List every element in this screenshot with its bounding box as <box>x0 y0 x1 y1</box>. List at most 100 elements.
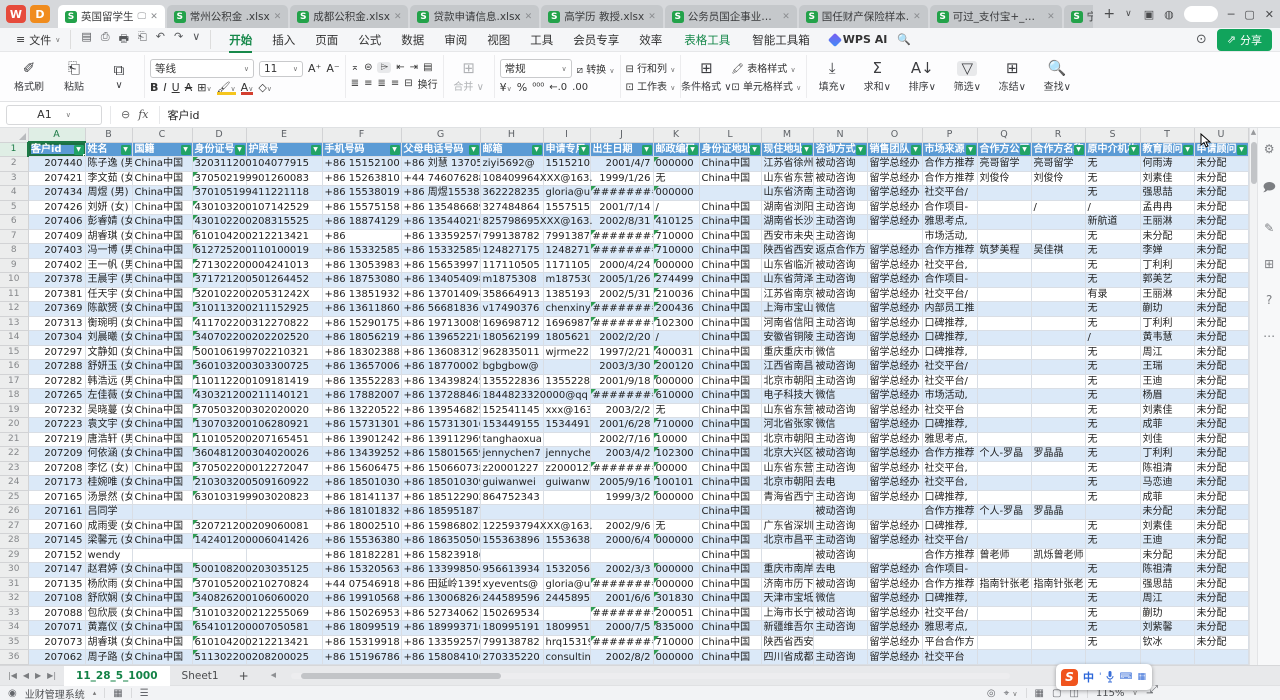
cell-M22[interactable]: 北京大兴区 <box>761 447 813 462</box>
close-tab-icon[interactable]: ✕ <box>394 12 402 22</box>
cell-F30[interactable]: +86 15320563 <box>322 563 401 578</box>
cell-U13[interactable]: 未分配 <box>1194 316 1248 331</box>
document-tab-3[interactable]: S贷款申请信息.xlsx✕ <box>410 5 539 28</box>
cell-I15[interactable]: wjrme221@ <box>543 345 590 360</box>
cell-K7[interactable]: 710000 <box>653 229 699 244</box>
cell-L15[interactable]: China中国 <box>699 345 761 360</box>
cell-T18[interactable]: 杨眉 <box>1140 389 1194 404</box>
cell-C2[interactable]: China中国 <box>132 157 192 172</box>
cell-R27[interactable] <box>1031 519 1085 534</box>
cell-Q27[interactable] <box>977 519 1031 534</box>
cell-P30[interactable]: 合作项目- <box>922 563 977 578</box>
close-tab-icon[interactable]: ✕ <box>1047 12 1055 22</box>
cell-L20[interactable]: China中国 <box>699 418 761 433</box>
cell-Q29[interactable]: 曾老师 <box>977 548 1031 563</box>
copy-button[interactable]: ⧉ ∨ <box>99 63 139 91</box>
cell-Q31[interactable]: 指南针张老 <box>977 577 1031 592</box>
cell-O7[interactable] <box>867 229 922 244</box>
menu-4[interactable]: 数据 <box>391 30 434 50</box>
close-tab-icon[interactable]: ✕ <box>782 12 790 22</box>
cell-F28[interactable]: +86 15536380 <box>322 534 401 549</box>
filter-dropdown-icon[interactable]: ▼ <box>1074 145 1084 155</box>
filter-button[interactable]: ▽ 筛选∨ <box>947 61 987 93</box>
row-header-26[interactable]: 26 <box>0 505 28 520</box>
cell-D33[interactable]: 310103200212255069 <box>192 606 246 621</box>
cell-B3[interactable]: 李文茹 (女 <box>85 171 132 186</box>
cell-T31[interactable]: 强思喆 <box>1140 577 1194 592</box>
cell-R25[interactable] <box>1031 490 1085 505</box>
cell-T36[interactable] <box>1140 650 1194 665</box>
cell-N15[interactable]: 微信 <box>813 345 867 360</box>
cell-A20[interactable]: 207223 <box>28 418 85 433</box>
field-header-H[interactable]: 邮箱▼ <box>480 142 543 157</box>
align-top-icon[interactable]: ⌅ <box>351 62 359 73</box>
cell-D9[interactable]: 271302200004241013 <box>192 258 246 273</box>
cell-H4[interactable]: 362228235 <box>480 186 543 201</box>
cell-O33[interactable]: 留学总经办 <box>867 606 922 621</box>
cell-T7[interactable]: 未分配 <box>1140 229 1194 244</box>
cell-F31[interactable]: +44 07546918 <box>322 577 401 592</box>
cell-G19[interactable]: +86 1395468251 <box>401 403 480 418</box>
cell-H11[interactable]: 358664913 <box>480 287 543 302</box>
cell-D4[interactable]: 370105199411221118 <box>192 186 246 201</box>
document-tab-4[interactable]: S高学历 教授.xlsx✕ <box>541 5 663 28</box>
cell-L12[interactable]: China中国 <box>699 302 761 317</box>
row-header-22[interactable]: 22 <box>0 447 28 462</box>
increase-font-icon[interactable]: A⁺ <box>308 62 321 75</box>
cell-P21[interactable]: 雅思考点, <box>922 432 977 447</box>
align-bottom-icon[interactable]: ⌲ <box>377 62 391 73</box>
cell-Q17[interactable] <box>977 374 1031 389</box>
cell-R13[interactable] <box>1031 316 1085 331</box>
cell-Q22[interactable]: 个人-罗晶 <box>977 447 1031 462</box>
fill-button[interactable]: ⤓ 填充∨ <box>812 61 852 93</box>
row-header-14[interactable]: 14 <box>0 331 28 346</box>
cell-I34[interactable]: 180995191 <box>543 621 590 636</box>
cell-A29[interactable]: 207152 <box>28 548 85 563</box>
cell-S25[interactable]: 无 <box>1085 490 1140 505</box>
cell-P27[interactable]: 口碑推荐, <box>922 519 977 534</box>
system-name[interactable]: 业财管理系统 <box>25 686 85 700</box>
cell-J34[interactable]: 2000/7/5 <box>590 621 653 636</box>
cell-N10[interactable]: 主动咨询 <box>813 273 867 288</box>
cell-I23[interactable]: z20001227 <box>543 461 590 476</box>
cell-U10[interactable]: 未分配 <box>1194 273 1248 288</box>
cell-K31[interactable]: 000000 <box>653 577 699 592</box>
cell-O16[interactable]: 留学总经办 <box>867 360 922 375</box>
cell-A11[interactable]: 207381 <box>28 287 85 302</box>
cell-M19[interactable]: 山东省东营 <box>761 403 813 418</box>
cell-A14[interactable]: 207304 <box>28 331 85 346</box>
zoom-caret-icon[interactable]: ∨ <box>1132 689 1137 697</box>
field-header-J[interactable]: 出生日期▼ <box>590 142 653 157</box>
cell-G17[interactable]: +86 1343982452 <box>401 374 480 389</box>
cell-R9[interactable] <box>1031 258 1085 273</box>
col-header-C[interactable]: C <box>132 128 192 142</box>
row-header-24[interactable]: 24 <box>0 476 28 491</box>
cell-K15[interactable]: 400031 <box>653 345 699 360</box>
cell-I13[interactable]: 169698712 <box>543 316 590 331</box>
cell-T20[interactable]: 成菲 <box>1140 418 1194 433</box>
cell-L24[interactable]: China中国 <box>699 476 761 491</box>
cell-P22[interactable]: 合作方推荐 <box>922 447 977 462</box>
cell-B14[interactable]: 刘晨曦 (女 <box>85 331 132 346</box>
cell-K21[interactable]: 10000 <box>653 432 699 447</box>
cell-O31[interactable]: 留学总经办 <box>867 577 922 592</box>
cell-K23[interactable]: 00000 <box>653 461 699 476</box>
cell-R10[interactable] <box>1031 273 1085 288</box>
account-pill[interactable] <box>1184 6 1218 22</box>
cell-R32[interactable] <box>1031 592 1085 607</box>
cell-I17[interactable]: 135522836 <box>543 374 590 389</box>
sum-button[interactable]: Σ 求和∨ <box>857 61 897 93</box>
cell-R7[interactable] <box>1031 229 1085 244</box>
cell-F5[interactable]: +86 15575158 <box>322 200 401 215</box>
menu-8[interactable]: 会员专享 <box>563 30 629 50</box>
sheet-table[interactable]: ABCDEFGHIJKLMNOPQRSTU1客户id▼姓名▼国籍▼身份证号▼护照… <box>0 128 1249 665</box>
undo-icon[interactable]: ↶ <box>156 30 165 49</box>
cell-C27[interactable]: China中国 <box>132 519 192 534</box>
cell-C5[interactable]: China中国 <box>132 200 192 215</box>
cell-T34[interactable]: 刘紫馨 <box>1140 621 1194 636</box>
cell-T30[interactable]: 陈祖清 <box>1140 563 1194 578</box>
cell-M33[interactable]: 上海市长宁 <box>761 606 813 621</box>
close-tab-icon[interactable]: ✕ <box>913 12 921 22</box>
cell-K16[interactable]: 200120 <box>653 360 699 375</box>
cell-B34[interactable]: 黄嘉仪 (女 <box>85 621 132 636</box>
